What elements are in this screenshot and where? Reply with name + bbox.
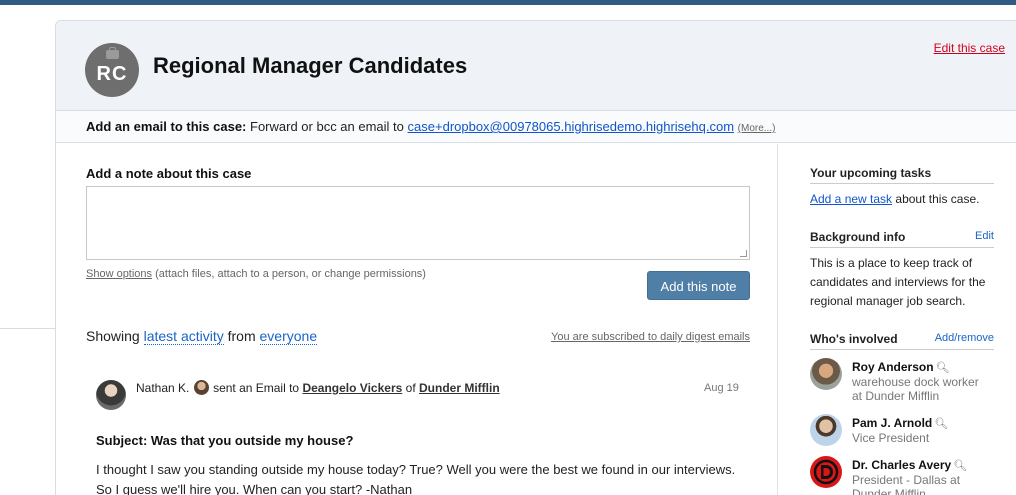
add-task-link[interactable]: Add a new task <box>810 192 892 206</box>
email-subject[interactable]: Subject: Was that you outside my house? <box>96 433 353 448</box>
involved-heading: Who's involved Add/remove <box>810 332 994 350</box>
d-logo-icon <box>813 459 839 485</box>
background-edit-link[interactable]: Edit <box>975 230 994 242</box>
recipient-link[interactable]: Deangelo Vickers <box>302 381 402 395</box>
magnifier-icon[interactable]: 🔍︎ <box>934 417 948 430</box>
person-name-row: Roy Anderson 🔍︎ <box>852 360 950 374</box>
activity-verb: sent an Email to <box>213 381 300 395</box>
left-divider <box>0 328 55 329</box>
case-panel: RC Regional Manager Candidates Edit this… <box>55 20 1016 495</box>
background-heading-label: Background info <box>810 230 906 244</box>
add-remove-link[interactable]: Add/remove <box>935 332 994 344</box>
activity-filter: Showing latest activity from everyone <box>86 328 318 345</box>
briefcase-icon <box>106 47 119 59</box>
magnifier-icon[interactable]: 🔍︎ <box>936 361 950 374</box>
person-avatar[interactable] <box>810 414 842 446</box>
tasks-heading: Your upcoming tasks <box>810 166 994 184</box>
involved-heading-label: Who's involved <box>810 332 898 346</box>
person-role-line1: Vice President <box>852 431 930 445</box>
case-avatar: RC <box>85 43 139 97</box>
person-item[interactable]: Pam J. Arnold 🔍︎ Vice President <box>810 414 1010 454</box>
email-more-link[interactable]: (More...) <box>738 123 776 134</box>
background-heading: Background info Edit <box>810 230 994 248</box>
person-role: Vice President <box>852 431 929 445</box>
person-role: warehouse dock worker at Dunder Mifflin <box>852 375 979 403</box>
email-bar-text: Forward or bcc an email to <box>250 119 404 134</box>
email-bar-label: Add an email to this case: <box>86 119 247 134</box>
show-options-row: Show options (attach files, attach to a … <box>86 268 426 280</box>
sidebar: Your upcoming tasks Add a new task about… <box>779 144 1016 495</box>
filter-prefix: Showing <box>86 328 140 344</box>
activity-summary: Nathan K. sent an Email to Deangelo Vick… <box>136 380 500 395</box>
note-textarea[interactable] <box>86 186 750 260</box>
activity-of: of <box>405 381 416 395</box>
author-avatar[interactable] <box>96 380 126 410</box>
person-name[interactable]: Pam J. Arnold <box>852 416 932 430</box>
author-mini-avatar <box>193 380 209 395</box>
person-role-line1: warehouse dock worker <box>852 375 979 389</box>
digest-subscription-link[interactable]: You are subscribed to daily digest email… <box>551 331 750 343</box>
person-avatar[interactable] <box>810 358 842 390</box>
dropbox-email-link[interactable]: case+dropbox@00978065.highrisedemo.highr… <box>408 119 735 134</box>
person-role-line2: Dunder Mifflin <box>852 487 926 495</box>
left-gutter <box>0 5 55 495</box>
add-task-suffix: about this case. <box>895 192 980 206</box>
magnifier-icon[interactable]: 🔍︎ <box>953 459 967 472</box>
show-options-link[interactable]: Show options <box>86 268 152 280</box>
show-options-hint: (attach files, attach to a person, or ch… <box>155 268 426 280</box>
person-role-line2: at Dunder Mifflin <box>852 389 940 403</box>
person-role-line1: President - Dallas at <box>852 473 961 487</box>
filter-middle: from <box>227 328 256 344</box>
tasks-text: Add a new task about this case. <box>810 190 1000 209</box>
email-dropbox-bar: Add an email to this case: Forward or bc… <box>56 111 1016 143</box>
main-column: Add a note about this case Show options … <box>56 144 778 495</box>
note-label: Add a note about this case <box>86 166 252 181</box>
person-name[interactable]: Roy Anderson <box>852 360 934 374</box>
person-name-row: Pam J. Arnold 🔍︎ <box>852 416 948 430</box>
resize-grip-icon[interactable] <box>740 250 747 257</box>
person-role: President - Dallas at Dunder Mifflin <box>852 473 960 495</box>
add-note-button[interactable]: Add this note <box>647 271 750 300</box>
company-link[interactable]: Dunder Mifflin <box>419 381 500 395</box>
email-body: I thought I saw you standing outside my … <box>96 462 736 495</box>
person-name-row: Dr. Charles Avery 🔍︎ <box>852 458 967 472</box>
person-avatar[interactable] <box>810 456 842 488</box>
edit-case-link[interactable]: Edit this case <box>934 41 1005 55</box>
top-accent-bar <box>0 0 1016 5</box>
case-initials: RC <box>96 63 128 85</box>
page-title: Regional Manager Candidates <box>153 53 468 78</box>
activity-date: Aug 19 <box>704 382 739 394</box>
person-name[interactable]: Dr. Charles Avery <box>852 458 951 472</box>
person-item[interactable]: Roy Anderson 🔍︎ warehouse dock worker at … <box>810 358 1010 403</box>
activity-kind-dropdown[interactable]: latest activity <box>143 328 224 345</box>
activity-author[interactable]: Nathan K. <box>136 381 189 395</box>
case-header: RC Regional Manager Candidates Edit this… <box>56 21 1016 111</box>
tasks-heading-label: Your upcoming tasks <box>810 166 932 180</box>
person-item[interactable]: Dr. Charles Avery 🔍︎ President - Dallas a… <box>810 456 1010 495</box>
activity-who-dropdown[interactable]: everyone <box>259 328 318 345</box>
background-text: This is a place to keep track of candida… <box>810 256 986 308</box>
